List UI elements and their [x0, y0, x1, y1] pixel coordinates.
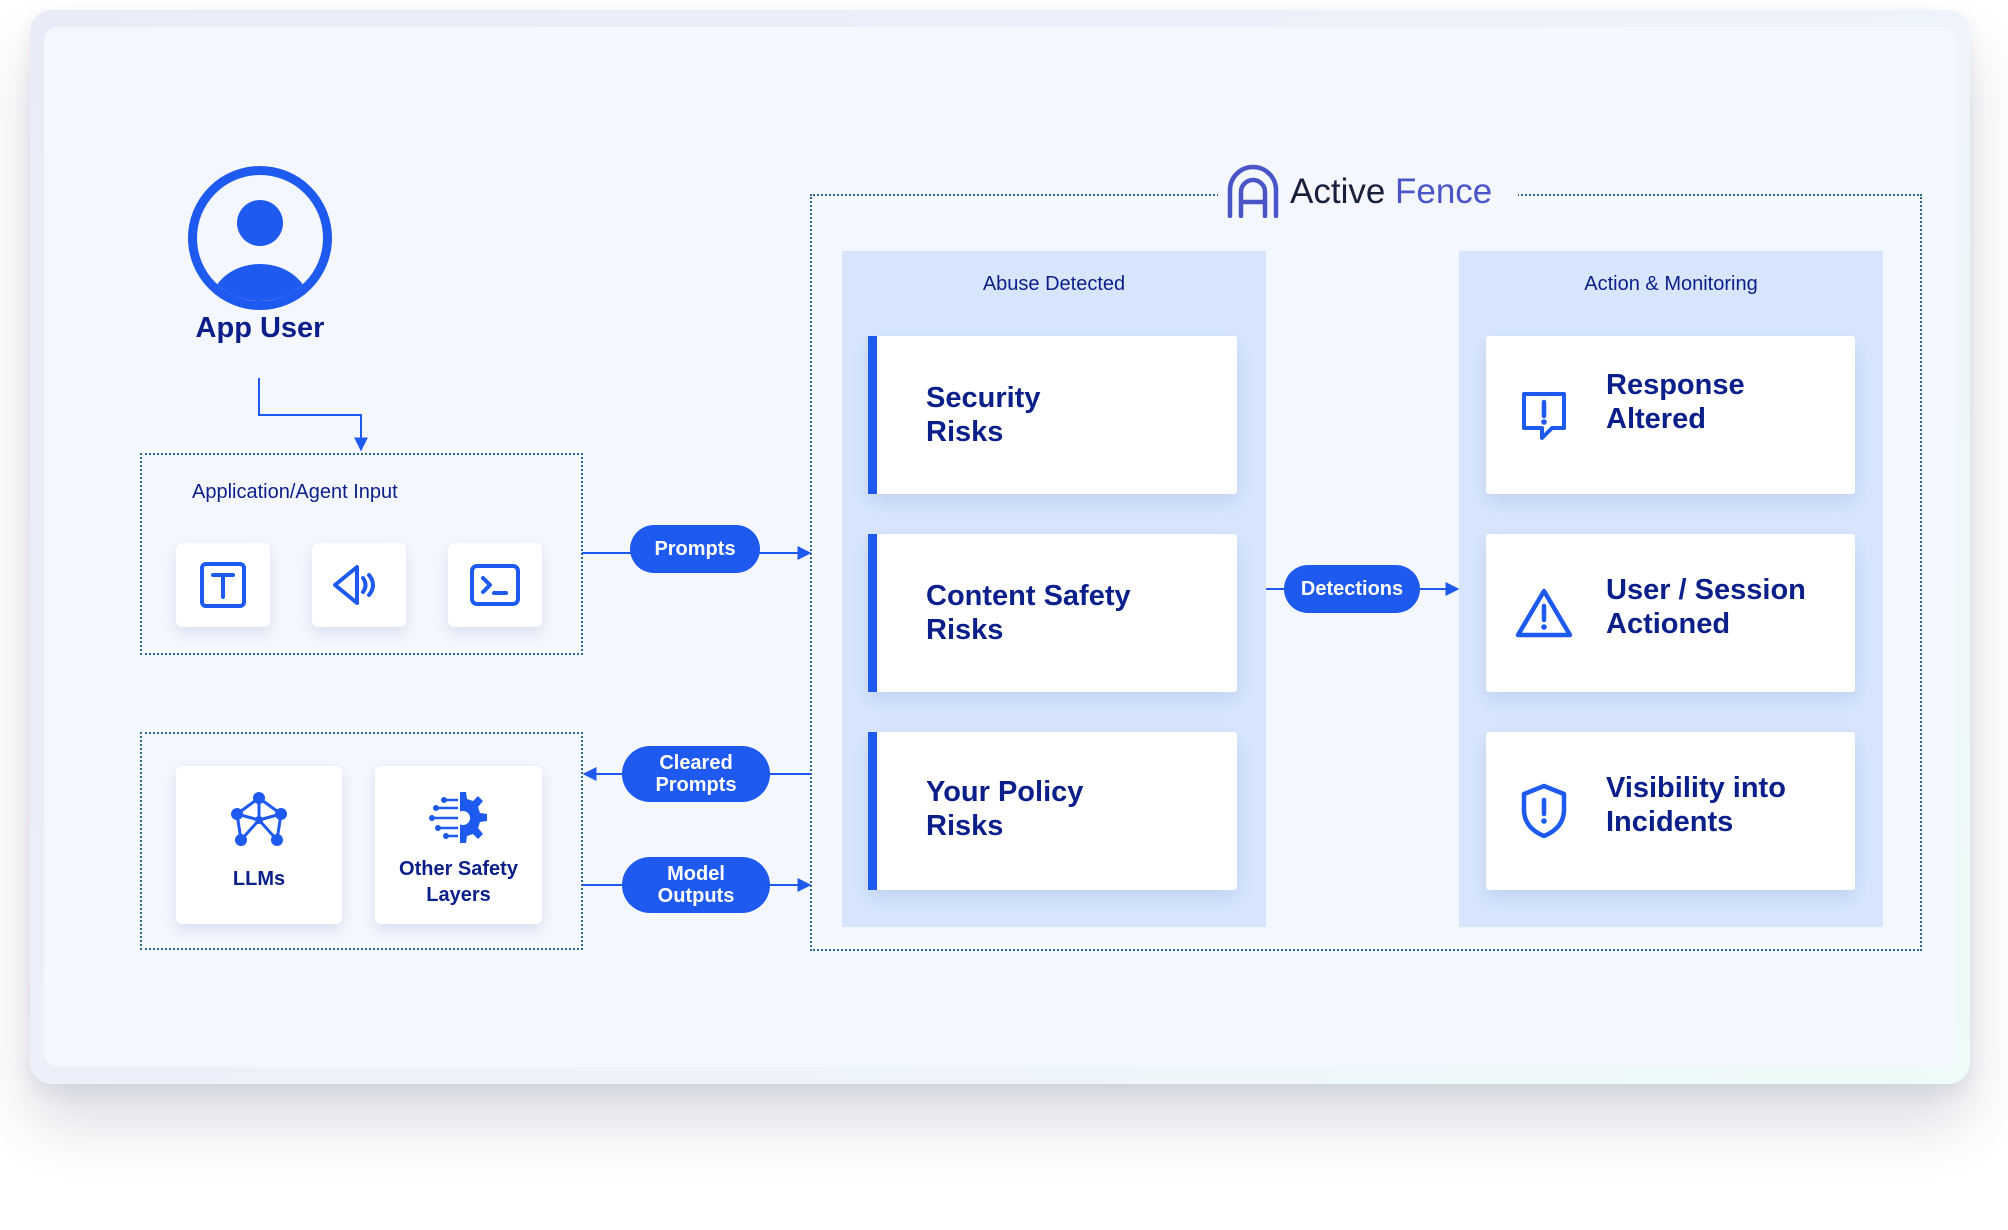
audio-input-tile[interactable]	[312, 543, 406, 627]
user-to-input-arrow	[258, 378, 368, 452]
accent-bar	[868, 336, 877, 494]
visibility-incidents-line1: Visibility into	[1606, 772, 1786, 804]
input-group-label: Application/Agent Input	[192, 481, 398, 503]
other-safety-layers-label-line2: Layers	[426, 884, 491, 906]
content-safety-risks-line2: Risks	[926, 614, 1004, 646]
security-risks-line1: Security	[926, 382, 1041, 414]
content-safety-risks-card[interactable]: Content Safety Risks	[868, 534, 1237, 692]
content-safety-risks-line1: Content Safety	[926, 580, 1131, 612]
activefence-logo-icon	[1227, 164, 1279, 218]
activefence-logo: Active Fence	[1218, 160, 1518, 220]
brand-part1: Active	[1290, 172, 1386, 211]
action-monitoring-title: Action & Monitoring	[1584, 273, 1758, 295]
speaker-icon	[333, 565, 375, 605]
security-risks-card[interactable]: Security Risks	[868, 336, 1237, 494]
ai-gear-icon	[429, 792, 487, 843]
response-altered-card[interactable]: Response Altered	[1486, 336, 1855, 494]
text-icon	[200, 562, 246, 608]
terminal-input-tile[interactable]	[448, 543, 542, 627]
user-session-actioned-line1: User / Session	[1606, 574, 1806, 606]
warning-triangle-icon	[1515, 588, 1573, 638]
cleared-prompts-line1: Cleared	[659, 752, 733, 774]
accent-bar	[868, 534, 877, 692]
response-altered-line2: Altered	[1606, 403, 1706, 435]
message-alert-icon	[1522, 392, 1566, 440]
cleared-prompts-line2: Prompts	[655, 774, 737, 796]
accent-bar	[868, 732, 877, 890]
model-outputs-line2: Outputs	[657, 885, 735, 907]
response-altered-line1: Response	[1606, 369, 1745, 401]
brand-part2: Fence	[1395, 172, 1493, 211]
text-input-tile[interactable]	[176, 543, 270, 627]
visibility-incidents-card[interactable]: Visibility into Incidents	[1486, 732, 1855, 890]
model-outputs-pill: Model Outputs	[622, 857, 770, 913]
prompts-pill-label: Prompts	[654, 538, 736, 560]
other-safety-layers-tile[interactable]: Other Safety Layers	[375, 766, 542, 924]
other-safety-layers-label-line1: Other Safety	[399, 858, 518, 880]
llm-network-icon	[231, 792, 287, 846]
abuse-detected-title: Abuse Detected	[982, 273, 1126, 295]
llms-label: LLMs	[232, 868, 286, 890]
model-outputs-line1: Model	[667, 863, 725, 885]
user-session-actioned-line2: Actioned	[1606, 608, 1731, 640]
visibility-incidents-line2: Incidents	[1606, 806, 1734, 838]
your-policy-risks-line2: Risks	[926, 810, 1004, 842]
app-user-label: App User	[195, 312, 325, 344]
prompts-pill: Prompts	[630, 525, 760, 573]
user-session-actioned-card[interactable]: User / Session Actioned	[1486, 534, 1855, 692]
shield-alert-icon	[1521, 783, 1567, 839]
llms-tile[interactable]: LLMs	[176, 766, 342, 924]
cleared-prompts-pill: Cleared Prompts	[622, 746, 770, 802]
terminal-icon	[470, 564, 520, 606]
your-policy-risks-line1: Your Policy	[926, 776, 1084, 808]
security-risks-line2: Risks	[926, 416, 1004, 448]
user-avatar-icon	[188, 166, 332, 310]
your-policy-risks-card[interactable]: Your Policy Risks	[868, 732, 1237, 890]
